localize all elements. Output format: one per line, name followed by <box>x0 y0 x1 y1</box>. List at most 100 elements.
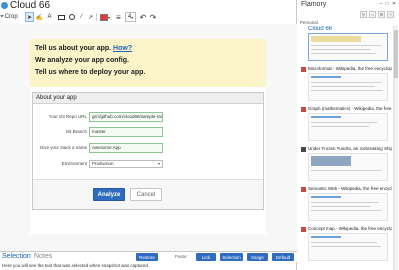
snapshot-item[interactable]: Semantic Web - Wikipedia, the free encyc… <box>300 186 392 223</box>
environment-select[interactable]: Production ▾ <box>89 160 163 168</box>
snapshot-title: Under Frozen Tundra, an Icebreaking Ship… <box>308 146 392 151</box>
tab-selection[interactable]: Selection <box>2 252 31 262</box>
favicon-icon <box>301 107 306 112</box>
field-label: Your Git Repo URL <box>48 114 87 119</box>
how-link[interactable]: How? <box>113 45 132 52</box>
thumbnail-graphic <box>311 236 341 238</box>
chevron-down-icon: ▾ <box>107 14 110 20</box>
snapshot-item[interactable]: Under Frozen Tundra, an Icebreaking Ship… <box>300 146 392 183</box>
rectangle-tool-button[interactable] <box>56 12 66 22</box>
maximize-icon[interactable]: □ <box>384 2 390 7</box>
ellipse-tool-button[interactable] <box>67 12 76 22</box>
thumbnail-preview <box>308 73 388 101</box>
search-button[interactable]: ⚲ <box>360 11 367 18</box>
snapshot-item[interactable]: Graph (mathematics) - Wikipedia, the fre… <box>300 106 392 143</box>
text-tool-label: A <box>47 14 52 20</box>
app-header: Cloud 66 <box>0 0 297 12</box>
line-tool-button[interactable]: ⁄ <box>77 12 86 22</box>
line-width-button[interactable]: ≡ <box>114 12 123 22</box>
snapshot-title: Microformat - Wikipedia, the free encycl… <box>308 66 392 71</box>
ellipse-icon <box>68 14 75 20</box>
flamory-panel: Flamory – □ ✕ ⚲ ⌂ ⚙ ? Personal Cloud 66 <box>298 0 399 270</box>
snapshot-item[interactable]: Concept map - Wikipedia, the free encycl… <box>300 226 392 263</box>
thumbnail-graphic <box>311 156 351 166</box>
thumbnail-graphic <box>311 82 381 83</box>
tab-notes[interactable]: Notes <box>34 252 52 262</box>
stack-name-input[interactable]: Awesome App <box>89 143 163 153</box>
snapshot-thumbnail: Graph (mathematics) - Wikipedia, the fre… <box>301 106 392 143</box>
scrollbar-thumb[interactable] <box>394 30 398 78</box>
flamory-title: Flamory <box>301 1 327 8</box>
cancel-button[interactable]: Cancel <box>130 188 162 201</box>
help-button[interactable]: ? <box>387 11 394 18</box>
paste-default-button[interactable]: Default <box>272 253 294 261</box>
snapshot-item[interactable]: Cloud 66 <box>300 26 392 63</box>
favicon-icon <box>301 187 306 192</box>
arrow-tool-button[interactable]: ↗ <box>86 12 95 22</box>
capture-canvas[interactable]: Tell us about your app. How? We analyze … <box>0 24 297 251</box>
chevron-down-icon: ▾ <box>131 14 134 20</box>
paste-link-button[interactable]: Link <box>196 253 216 261</box>
home-icon: ⌂ <box>371 12 374 17</box>
favicon-icon <box>301 67 306 72</box>
snapshot-thumbnail: Under Frozen Tundra, an Icebreaking Ship… <box>301 146 392 183</box>
arrow-icon: ↗ <box>87 14 94 21</box>
settings-button[interactable]: ⚙ <box>378 11 385 18</box>
undo-button[interactable]: ↶ <box>139 12 147 22</box>
help-icon: ? <box>389 12 392 17</box>
intro-banner: Tell us about your app. How? We analyze … <box>30 39 266 87</box>
redo-icon: ↷ <box>149 12 157 22</box>
analyze-button[interactable]: Analyze <box>93 188 125 201</box>
git-branch-input[interactable]: master <box>89 127 163 137</box>
search-icon: ⚲ <box>362 12 365 17</box>
thumbnail-graphic <box>311 202 379 203</box>
field-label: Environment <box>61 161 87 166</box>
color-swatch <box>99 13 108 21</box>
crop-button[interactable]: ⌖ Crop <box>0 12 18 22</box>
paste-selection-button[interactable]: Selection <box>220 253 243 261</box>
field-label: Git Branch <box>65 129 87 134</box>
color-picker[interactable]: ▾ <box>98 12 112 22</box>
crop-label: Crop <box>4 14 18 20</box>
thumbnail-graphic <box>311 242 377 243</box>
banner-line-3: Tell us where to deploy your app. <box>35 69 146 76</box>
redo-button[interactable]: ↷ <box>149 12 157 22</box>
text-tool-button[interactable]: A <box>45 12 54 22</box>
selection-text-area[interactable]: Here you will see the text that was sele… <box>0 262 297 270</box>
thumbnail-graphic <box>311 122 377 123</box>
highlighter-icon: ✍ <box>35 14 44 21</box>
gear-icon: ⚙ <box>379 12 384 17</box>
snapshot-title: Semantic Web - Wikipedia, the free encyc… <box>308 186 392 191</box>
thumbnail-graphic <box>311 126 369 127</box>
rectangle-icon <box>57 14 65 20</box>
favicon-icon <box>301 227 306 232</box>
pointer-icon: ➤ <box>26 14 33 21</box>
snapshot-list: Cloud 66 Microformat - Wikipedia, the fr… <box>300 26 392 270</box>
font-size-select[interactable]: 4 ▾ <box>125 12 136 22</box>
restore-button[interactable]: Restore <box>136 253 158 261</box>
snapshot-item[interactable]: Microformat - Wikipedia, the free encycl… <box>300 66 392 103</box>
thumbnail-graphic <box>311 210 381 211</box>
thumbnail-graphic <box>311 49 371 50</box>
thumbnail-graphic <box>311 170 381 171</box>
undo-icon: ↶ <box>139 12 147 22</box>
crop-icon: ⌖ <box>0 13 4 20</box>
pointer-tool-button[interactable]: ➤ <box>25 12 34 22</box>
panel-title: About your app <box>33 93 263 104</box>
snapshot-list-scrollbar[interactable] <box>393 26 398 270</box>
capture-editor: Cloud 66 ⌖ Crop ➤ ✍ A ⁄ ↗ ▾ ≡ 4 ▾ ↶ ↷ Te… <box>0 0 297 270</box>
form-row: Your Git Repo URL git://github.com/cloud… <box>33 112 265 123</box>
thumbnail-graphic <box>311 86 375 87</box>
app-title: Cloud 66 <box>10 0 51 11</box>
toolbar: ⌖ Crop ➤ ✍ A ⁄ ↗ ▾ ≡ 4 ▾ ↶ ↷ <box>0 12 297 23</box>
paste-image-button[interactable]: Image <box>247 253 268 261</box>
thumbnail-preview <box>308 193 388 221</box>
personal-label: Personal <box>300 20 318 25</box>
home-button[interactable]: ⌂ <box>369 11 376 18</box>
cloud-logo-icon <box>1 2 8 9</box>
git-repo-url-input[interactable]: git://github.com/cloud66/sample-rai <box>89 112 163 122</box>
close-icon[interactable]: ✕ <box>391 2 397 7</box>
thumbnail-preview <box>308 113 388 141</box>
highlight-tool-button[interactable]: ✍ <box>35 12 44 22</box>
thumbnail-graphic <box>311 246 381 247</box>
